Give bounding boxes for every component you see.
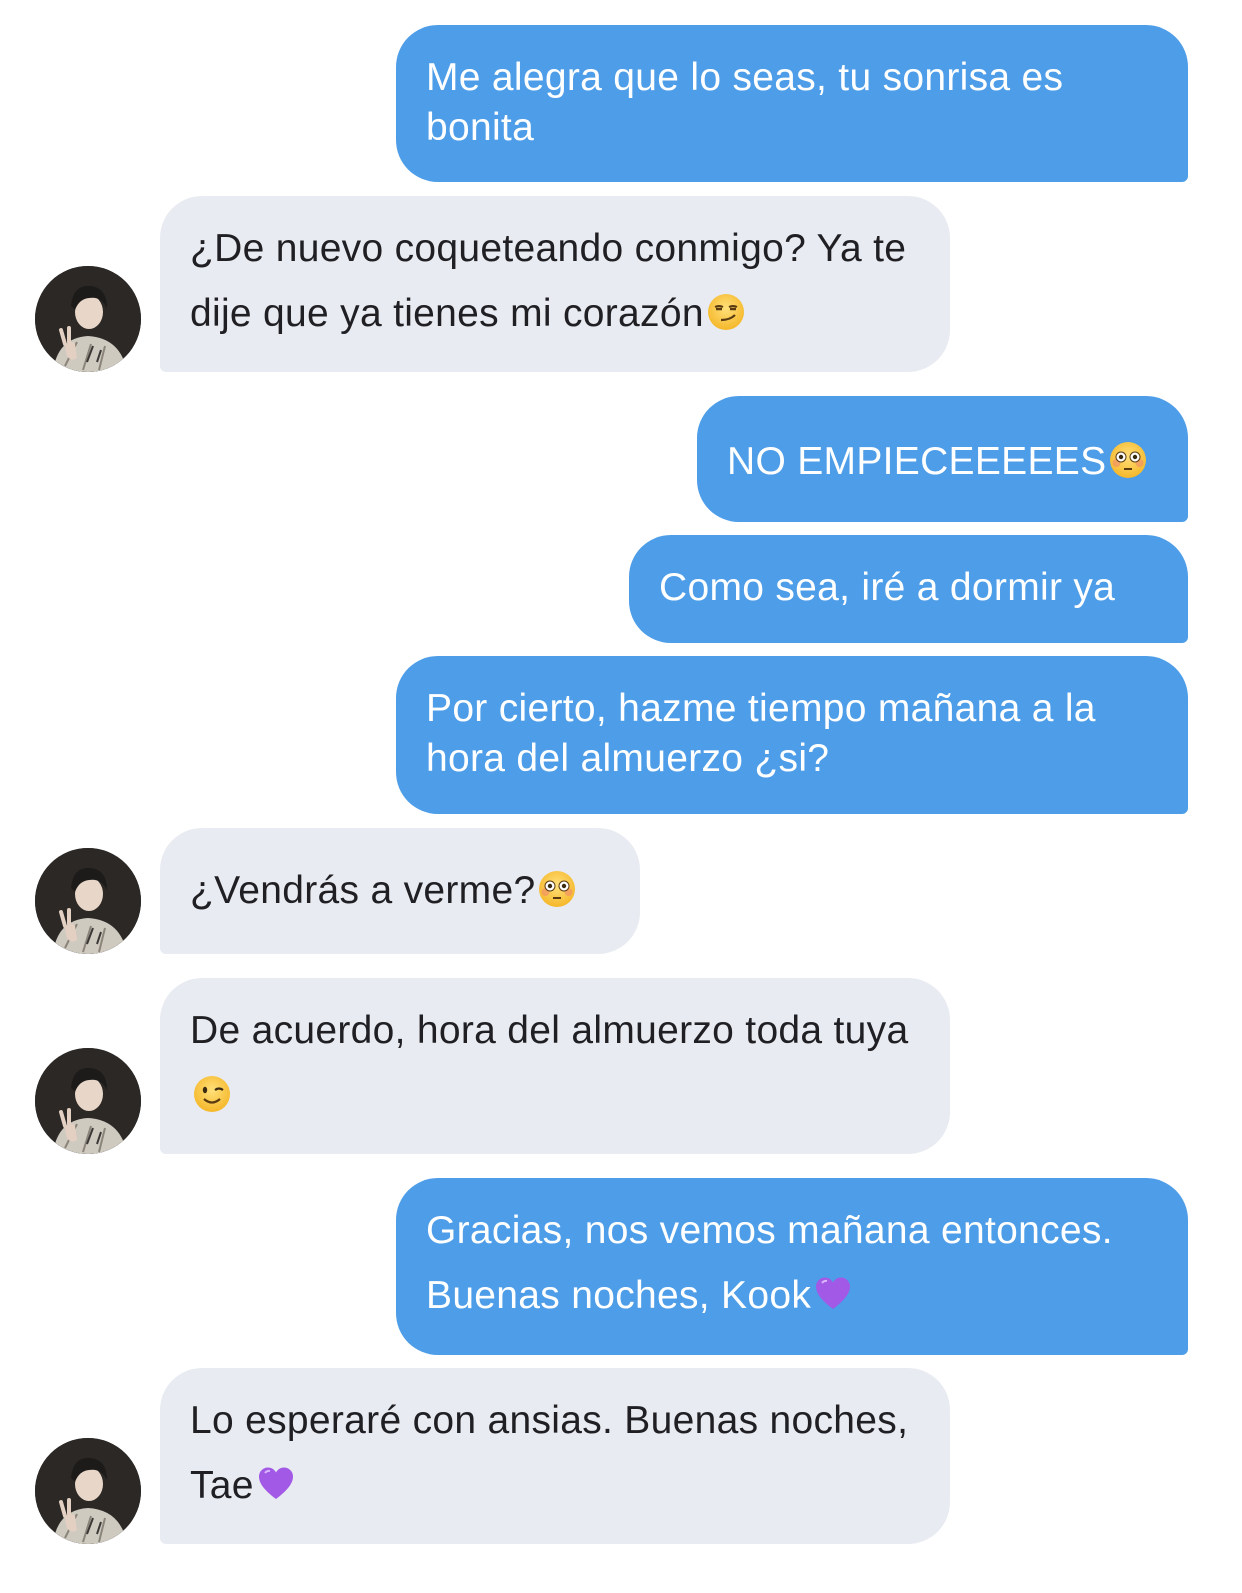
message-sent[interactable]: Como sea, iré a dormir ya	[629, 535, 1188, 643]
message-text: Gracias, nos vemos mañana entonces. Buen…	[426, 1209, 1113, 1317]
message-sent[interactable]: NO EMPIECEEEEES	[697, 396, 1188, 522]
message-text: NO EMPIECEEEEES	[727, 440, 1107, 483]
message-sent[interactable]: Me alegra que lo seas, tu sonrisa es bon…	[396, 25, 1188, 182]
message-text: Como sea, iré a dormir ya	[659, 566, 1116, 609]
message-received[interactable]: De acuerdo, hora del almuerzo toda tuya	[160, 978, 950, 1154]
purple-heart-icon	[256, 1464, 296, 1504]
message-text: De acuerdo, hora del almuerzo toda tuya	[190, 1009, 909, 1052]
message-sent[interactable]: Por cierto, hazme tiempo mañana a la hor…	[396, 656, 1188, 814]
flushed-face-icon	[1108, 440, 1148, 480]
message-text: Por cierto, hazme tiempo mañana a la hor…	[426, 687, 1096, 780]
smirking-face-icon	[706, 292, 746, 332]
purple-heart-icon	[813, 1274, 853, 1314]
chat-thread: Me alegra que lo seas, tu sonrisa es bon…	[0, 0, 1242, 1593]
contact-avatar[interactable]	[35, 848, 141, 954]
flushed-face-icon	[537, 869, 577, 909]
message-text: Me alegra que lo seas, tu sonrisa es bon…	[426, 56, 1064, 149]
message-text: ¿De nuevo coqueteando conmigo? Ya te dij…	[190, 227, 907, 335]
contact-avatar[interactable]	[35, 1048, 141, 1154]
message-received[interactable]: ¿Vendrás a verme?	[160, 828, 640, 954]
message-received[interactable]: ¿De nuevo coqueteando conmigo? Ya te dij…	[160, 196, 950, 372]
message-received[interactable]: Lo esperaré con ansias. Buenas noches, T…	[160, 1368, 950, 1544]
message-sent[interactable]: Gracias, nos vemos mañana entonces. Buen…	[396, 1178, 1188, 1355]
message-text: ¿Vendrás a verme?	[190, 869, 536, 912]
message-text: Lo esperaré con ansias. Buenas noches, T…	[190, 1399, 909, 1507]
winking-face-icon	[192, 1074, 232, 1114]
contact-avatar[interactable]	[35, 1438, 141, 1544]
contact-avatar[interactable]	[35, 266, 141, 372]
